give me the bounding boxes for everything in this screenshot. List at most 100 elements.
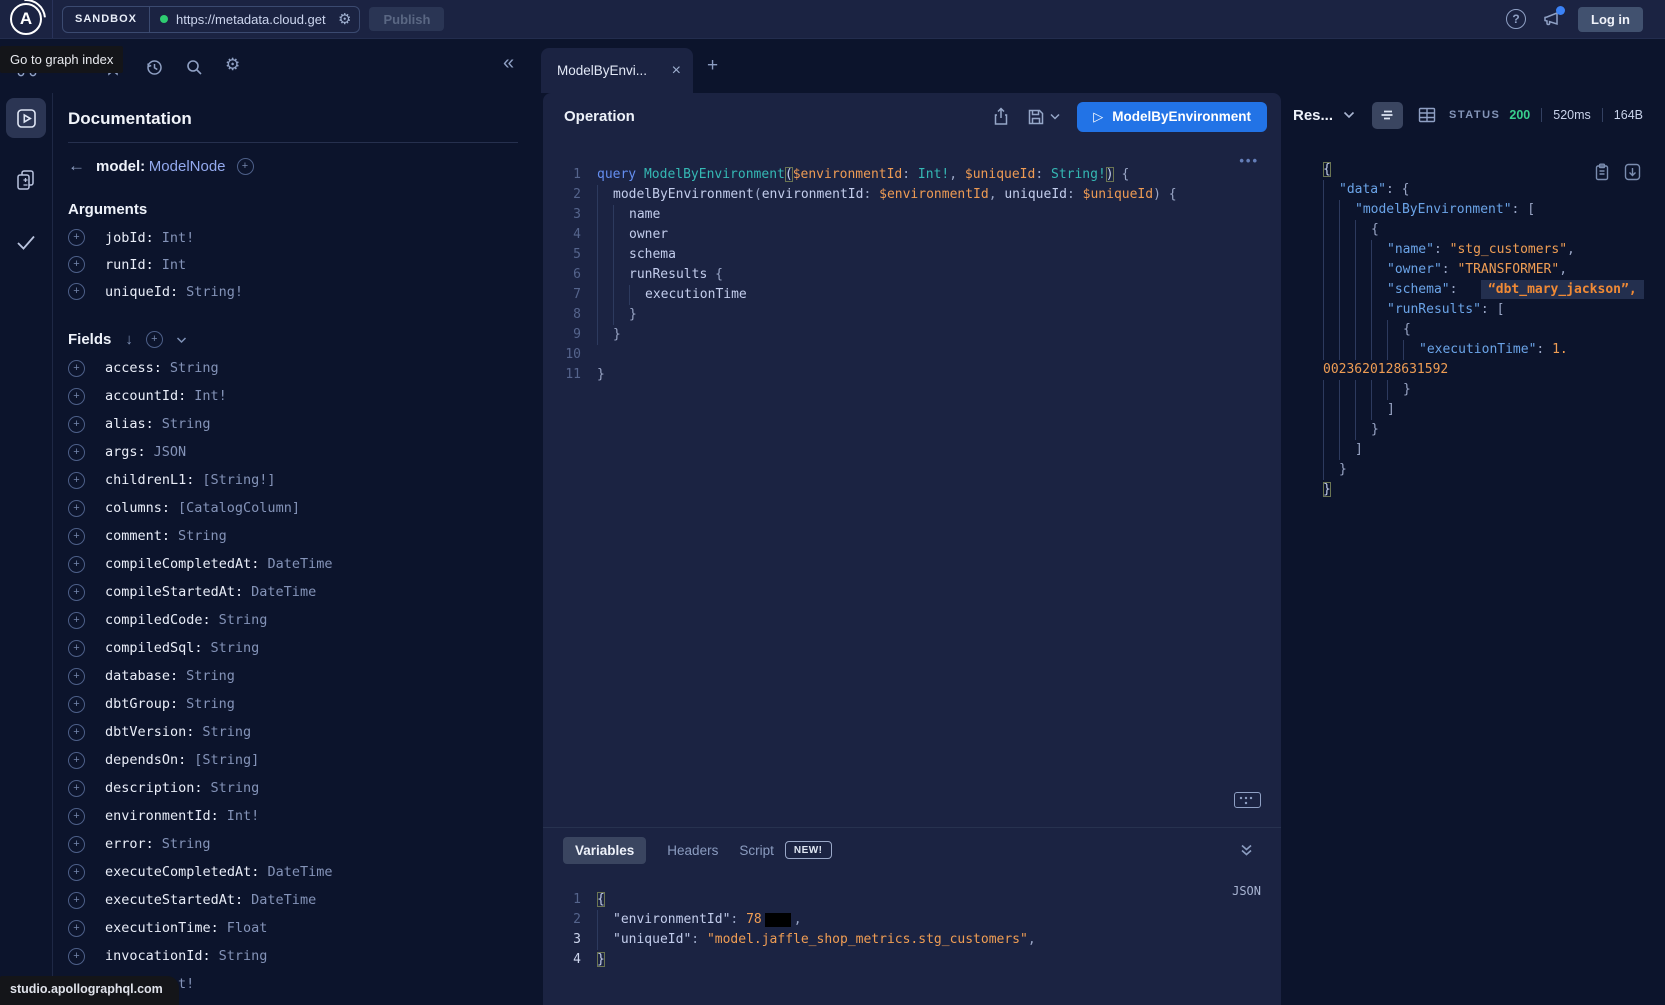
field-name-link[interactable]: invocationId: (105, 948, 211, 964)
indent-guide (1355, 380, 1371, 400)
field-name-link[interactable]: runId: (105, 257, 154, 273)
add-field-button[interactable]: + (68, 892, 85, 909)
field-name-link[interactable]: executeCompletedAt: (105, 864, 259, 880)
docs-back-icon[interactable]: ← (68, 156, 85, 176)
view-formatted-icon[interactable] (1372, 102, 1403, 129)
sort-fields-icon[interactable]: ↓ (125, 331, 133, 348)
field-name-link[interactable]: database: (105, 668, 178, 684)
indent-guide (1323, 320, 1339, 340)
share-icon[interactable] (992, 107, 1010, 126)
add-field-button[interactable]: + (68, 640, 85, 657)
view-table-icon[interactable] (1411, 102, 1442, 129)
collapse-panel-icon[interactable] (1240, 843, 1253, 857)
add-field-button[interactable]: + (68, 360, 85, 377)
field-name-link[interactable]: environmentId: (105, 808, 219, 824)
apollo-logo-wrap[interactable]: A (0, 0, 53, 38)
add-field-button[interactable]: + (68, 864, 85, 881)
code-line: 7executionTime (555, 285, 1281, 305)
add-field-button[interactable]: + (68, 752, 85, 769)
field-name-link[interactable]: comment: (105, 528, 170, 544)
field-name-link[interactable]: description: (105, 780, 203, 796)
field-name-link[interactable]: executeStartedAt: (105, 892, 243, 908)
add-field-button[interactable]: + (68, 388, 85, 405)
field-name-link[interactable]: dependsOn: (105, 752, 186, 768)
download-response-icon[interactable] (1624, 163, 1641, 181)
add-field-button[interactable]: + (68, 472, 85, 489)
add-field-button[interactable]: + (68, 948, 85, 965)
add-field-button[interactable]: + (68, 528, 85, 545)
add-field-button[interactable]: + (68, 444, 85, 461)
field-name-link[interactable]: accountId: (105, 388, 186, 404)
add-field-button[interactable]: + (68, 256, 85, 273)
indent-guide (1387, 380, 1403, 400)
publish-button[interactable]: Publish (369, 7, 444, 31)
field-name-link[interactable]: uniqueId: (105, 284, 178, 300)
add-field-button[interactable]: + (68, 724, 85, 741)
variables-editor[interactable]: 1{2"environmentId": 78,3"uniqueId": "mod… (555, 890, 1281, 970)
save-group[interactable] (1027, 108, 1060, 126)
rail-item-checks[interactable] (6, 222, 46, 262)
add-tab-icon[interactable]: + (707, 58, 718, 74)
help-icon[interactable]: ? (1506, 9, 1526, 29)
field-name-link[interactable]: executionTime: (105, 920, 219, 936)
field-type: [String] (194, 752, 259, 768)
tab-script[interactable]: Script (739, 843, 774, 858)
indent-guide (1339, 240, 1355, 260)
field-name-link[interactable]: dbtVersion: (105, 724, 194, 740)
add-all-fields-button[interactable]: + (146, 331, 163, 348)
rail-item-operations[interactable] (6, 98, 46, 138)
endpoint-url-input[interactable]: https://metadata.cloud.get (176, 12, 334, 27)
chevron-down-icon[interactable] (176, 336, 187, 344)
add-field-button[interactable]: + (68, 556, 85, 573)
search-icon[interactable] (185, 58, 203, 76)
docs-type-name-link[interactable]: ModelNode (149, 158, 226, 175)
editor-overflow-menu-icon[interactable]: ••• (1239, 153, 1259, 168)
field-name-link[interactable]: access: (105, 360, 162, 376)
query-editor[interactable]: 1query ModelByEnvironment($environmentId… (543, 140, 1281, 385)
rail-item-schema-diff[interactable] (6, 160, 46, 200)
add-field-button[interactable]: + (68, 612, 85, 629)
endpoint-settings-gear-icon[interactable]: ⚙ (334, 10, 359, 28)
add-field-button[interactable]: + (68, 500, 85, 517)
add-field-button[interactable]: + (68, 416, 85, 433)
tab-variables[interactable]: Variables (563, 837, 646, 864)
collapse-sidebar-icon[interactable]: « (503, 52, 514, 75)
response-dropdown-chevron-icon[interactable] (1343, 111, 1355, 119)
keyboard-shortcuts-icon[interactable] (1234, 792, 1261, 808)
field-name-link[interactable]: jobId: (105, 230, 154, 246)
add-field-button[interactable]: + (68, 584, 85, 601)
settings-gear-icon[interactable]: ⚙ (225, 55, 240, 75)
tab-modelbyenvironment[interactable]: ModelByEnvi... × (541, 48, 693, 93)
add-field-button[interactable]: + (68, 808, 85, 825)
field-name-link[interactable]: dbtGroup: (105, 696, 178, 712)
field-name-link[interactable]: childrenL1: (105, 472, 194, 488)
field-name-link[interactable]: compileStartedAt: (105, 584, 243, 600)
response-title[interactable]: Res... (1293, 107, 1333, 124)
add-field-button[interactable]: + (68, 780, 85, 797)
field-name-link[interactable]: compiledSql: (105, 640, 203, 656)
announcements-megaphone-icon[interactable] (1542, 9, 1562, 29)
code-line: "data": { (1323, 180, 1647, 200)
field-name-link[interactable]: compiledCode: (105, 612, 211, 628)
add-field-button[interactable]: + (68, 668, 85, 685)
history-icon[interactable] (145, 58, 163, 76)
add-field-button[interactable]: + (68, 920, 85, 937)
add-type-button[interactable]: + (237, 158, 254, 175)
login-button[interactable]: Log in (1578, 7, 1643, 32)
field-name-link[interactable]: alias: (105, 416, 154, 432)
field-name-link[interactable]: compileCompletedAt: (105, 556, 259, 572)
add-field-button[interactable]: + (68, 229, 85, 246)
run-operation-button[interactable]: ▷ ModelByEnvironment (1077, 102, 1267, 132)
tab-headers[interactable]: Headers (667, 843, 718, 858)
add-field-button[interactable]: + (68, 283, 85, 300)
add-field-button[interactable]: + (68, 696, 85, 713)
tab-close-icon[interactable]: × (672, 62, 681, 80)
add-field-button[interactable]: + (68, 836, 85, 853)
field-name-link[interactable]: args: (105, 444, 146, 460)
field-name-link[interactable]: columns: (105, 500, 170, 516)
field-name-link[interactable]: error: (105, 836, 154, 852)
indent-guide (1339, 260, 1355, 280)
sandbox-url-group[interactable]: SANDBOX https://metadata.cloud.get ⚙ (62, 6, 360, 33)
code-line: 6runResults { (555, 265, 1281, 285)
copy-response-icon[interactable] (1594, 163, 1610, 181)
